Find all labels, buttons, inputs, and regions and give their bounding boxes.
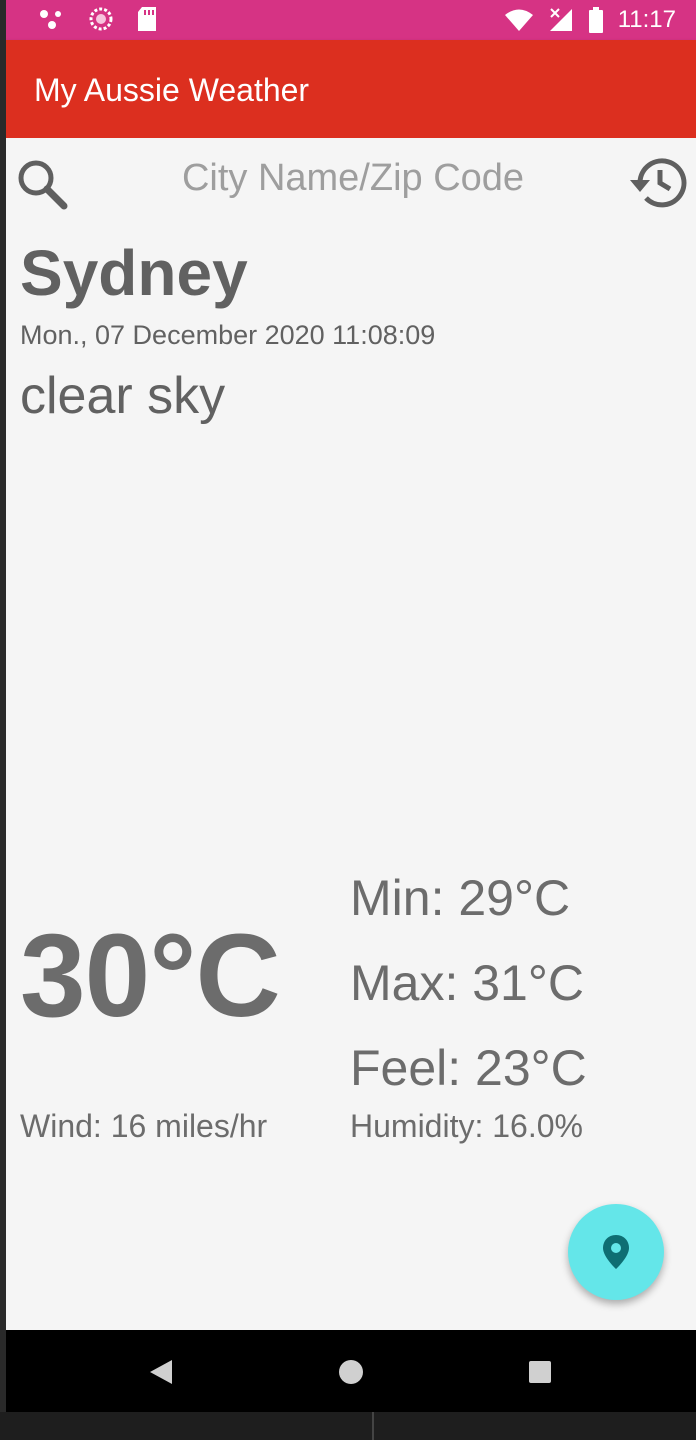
status-time: 11:17 [617,6,676,33]
recents-icon[interactable] [520,1352,560,1392]
phone-screen: 11:17 My Aussie Weather Sydney Mon., 07 … [6,0,696,1412]
battery-icon [588,7,603,33]
wind-speed: Wind: 16 miles/hr [20,1108,268,1144]
sd-card-icon [138,7,156,31]
location-pin-icon [603,1235,629,1269]
wifi-icon [504,9,533,31]
sync-circle-icon [89,7,113,31]
history-icon[interactable] [626,152,690,212]
home-icon[interactable] [331,1352,371,1392]
max-temperature: Max: 31°C [350,955,584,1011]
city-name: Sydney [20,237,248,309]
humidity: Humidity: 16.0% [350,1108,583,1144]
status-bar: 11:17 [6,0,696,40]
cellular-no-signal-icon [549,8,572,31]
main-content: Sydney Mon., 07 December 2020 11:08:09 c… [6,138,696,1330]
divider [372,1412,374,1440]
back-icon[interactable] [140,1352,180,1392]
feels-like-temperature: Feel: 23°C [350,1040,587,1096]
search-icon[interactable] [14,156,70,212]
navigation-bar [6,1330,696,1412]
search-row [6,138,696,228]
app-bar: My Aussie Weather [6,40,696,138]
app-title: My Aussie Weather [34,72,310,108]
weather-description: clear sky [20,367,226,425]
min-temperature: Min: 29°C [350,870,571,926]
search-input[interactable] [106,150,600,206]
window-bottom-strip [0,1412,696,1440]
share-dots-icon [40,10,61,29]
temperature-details: Min: 29°C Max: 31°C Feel: 23°C [350,856,587,1111]
date-time: Mon., 07 December 2020 11:08:09 [20,320,436,350]
current-temperature: 30°C [20,910,281,1042]
current-location-button[interactable] [568,1204,664,1300]
